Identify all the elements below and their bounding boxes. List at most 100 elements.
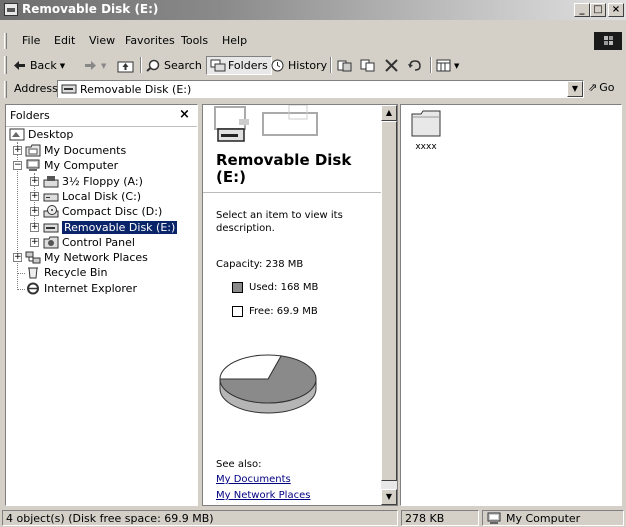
back-button[interactable]: Back ▼ [12, 56, 65, 75]
history-button[interactable]: History [270, 56, 327, 75]
folders-icon [210, 59, 226, 72]
tree-item-floppy[interactable]: 3½ Floppy (A:) [43, 174, 143, 189]
network-places-icon [25, 251, 41, 264]
title-bar[interactable]: Removable Disk (E:) _ □ × [0, 0, 626, 20]
toolbar-grip[interactable] [4, 56, 7, 74]
menu-file[interactable]: File [22, 34, 40, 47]
file-item-label: xxxx [415, 142, 437, 152]
dropdown-arrow-icon: ▼ [101, 61, 107, 70]
menu-tools[interactable]: Tools [181, 34, 208, 47]
status-zone-label: My Computer [506, 511, 581, 525]
maximize-button[interactable]: □ [590, 3, 606, 17]
menu-help[interactable]: Help [222, 34, 247, 47]
expand-toggle[interactable]: + [30, 207, 39, 216]
tree-item-my-computer[interactable]: My Computer [25, 158, 118, 173]
tree-item-my-documents[interactable]: My Documents [25, 143, 126, 158]
recycle-bin-icon [25, 266, 41, 279]
go-button[interactable]: ⇗ Go [588, 81, 614, 94]
info-pane: Removable Disk (E:) Select an item to vi… [202, 104, 398, 506]
link-my-network-places[interactable]: My Network Places [216, 490, 310, 501]
tree-item-label: Compact Disc (D:) [62, 205, 163, 218]
tree-item-removable-disk[interactable]: Removable Disk (E:) [43, 220, 178, 235]
tree-item-recycle-bin[interactable]: Recycle Bin [25, 265, 107, 280]
menu-grip[interactable] [4, 33, 7, 49]
tree-item-compact-disc[interactable]: Compact Disc (D:) [43, 204, 162, 219]
collapse-toggle[interactable]: − [13, 161, 22, 170]
file-list-area: xxxx [400, 104, 622, 506]
address-field[interactable]: Removable Disk (E:) ▼ [57, 80, 584, 98]
tree-item-local-disk[interactable]: Local Disk (C:) [43, 189, 141, 204]
link-my-documents[interactable]: My Documents [216, 474, 291, 485]
floppy-drive-icon [43, 175, 59, 188]
menu-view[interactable]: View [89, 34, 115, 47]
expand-toggle[interactable]: + [30, 177, 39, 186]
undo-button[interactable] [407, 56, 422, 75]
free-text: Free: 69.9 MB [249, 306, 318, 317]
go-arrow-icon: ⇗ [588, 81, 598, 94]
windows-logo-icon [594, 32, 622, 50]
used-swatch [232, 282, 243, 293]
address-grip[interactable] [4, 81, 7, 98]
tree-line [17, 273, 25, 274]
info-scrollbar[interactable]: ▲ ▼ [381, 105, 397, 505]
removable-drive-icon [217, 128, 245, 142]
minimize-button[interactable]: _ [574, 3, 590, 17]
status-zone: My Computer [482, 510, 624, 526]
search-icon [146, 59, 161, 72]
tree-item-network-places[interactable]: My Network Places [25, 250, 148, 265]
hard-drive-icon [43, 190, 59, 203]
menu-bar: File Edit View Favorites Tools Help [0, 31, 626, 51]
expand-toggle[interactable]: + [13, 146, 22, 155]
close-pane-button[interactable]: × [179, 107, 190, 122]
menu-edit[interactable]: Edit [54, 34, 75, 47]
tree-item-label: Removable Disk (E:) [62, 221, 178, 234]
move-to-button[interactable] [337, 56, 352, 75]
up-folder-icon [117, 59, 134, 73]
folder-icon [411, 109, 441, 137]
used-legend: Used: 168 MB [232, 282, 318, 293]
menu-favorites[interactable]: Favorites [125, 34, 175, 47]
tree-item-control-panel[interactable]: Control Panel [43, 235, 135, 250]
scroll-up-button[interactable]: ▲ [381, 105, 397, 121]
search-button[interactable]: Search [146, 56, 202, 75]
file-item[interactable]: xxxx [406, 109, 446, 152]
dropdown-arrow-icon: ▼ [454, 61, 460, 70]
address-dropdown-button[interactable]: ▼ [567, 81, 583, 97]
expand-toggle[interactable]: + [13, 253, 22, 262]
tree-item-internet-explorer[interactable]: Internet Explorer [25, 281, 137, 296]
delete-button[interactable] [384, 56, 399, 75]
back-arrow-icon [12, 59, 27, 72]
expand-toggle[interactable]: + [30, 238, 39, 247]
expand-toggle[interactable]: + [30, 223, 39, 232]
address-bar: Address Removable Disk (E:) ▼ ⇗ Go [0, 78, 626, 100]
forward-arrow-icon [83, 59, 98, 72]
info-heading: Removable Disk (E:) [216, 151, 352, 186]
tree-item-desktop[interactable]: Desktop [9, 127, 73, 142]
toolbar-separator [140, 57, 142, 73]
see-also-label: See also: [216, 459, 262, 470]
removable-drive-icon [61, 83, 77, 94]
scroll-down-button[interactable]: ▼ [381, 489, 397, 505]
copy-to-button[interactable] [360, 56, 375, 75]
tree-item-label: 3½ Floppy (A:) [62, 175, 143, 188]
tree-item-label: Local Disk (C:) [62, 190, 142, 203]
search-label: Search [164, 59, 202, 72]
control-panel-icon [43, 236, 59, 249]
delete-icon [384, 59, 399, 72]
removable-drive-icon [43, 221, 59, 234]
computer-icon [25, 159, 41, 172]
expand-toggle[interactable]: + [30, 192, 39, 201]
forward-button[interactable]: ▼ [83, 56, 106, 75]
tree-item-label: Recycle Bin [44, 266, 108, 279]
copy-to-icon [360, 59, 375, 72]
disk-usage-pie-chart [219, 354, 317, 414]
undo-icon [407, 59, 422, 72]
folders-pane: Folders × Desktop + My Documents − My Co… [5, 104, 198, 506]
views-button[interactable]: ▼ [436, 56, 459, 75]
folders-button[interactable]: Folders [206, 56, 272, 75]
desktop-icon [9, 128, 25, 141]
scroll-thumb[interactable] [381, 121, 397, 481]
close-button[interactable]: × [608, 3, 624, 17]
up-folder-button[interactable] [117, 56, 134, 75]
move-to-icon [337, 59, 352, 72]
